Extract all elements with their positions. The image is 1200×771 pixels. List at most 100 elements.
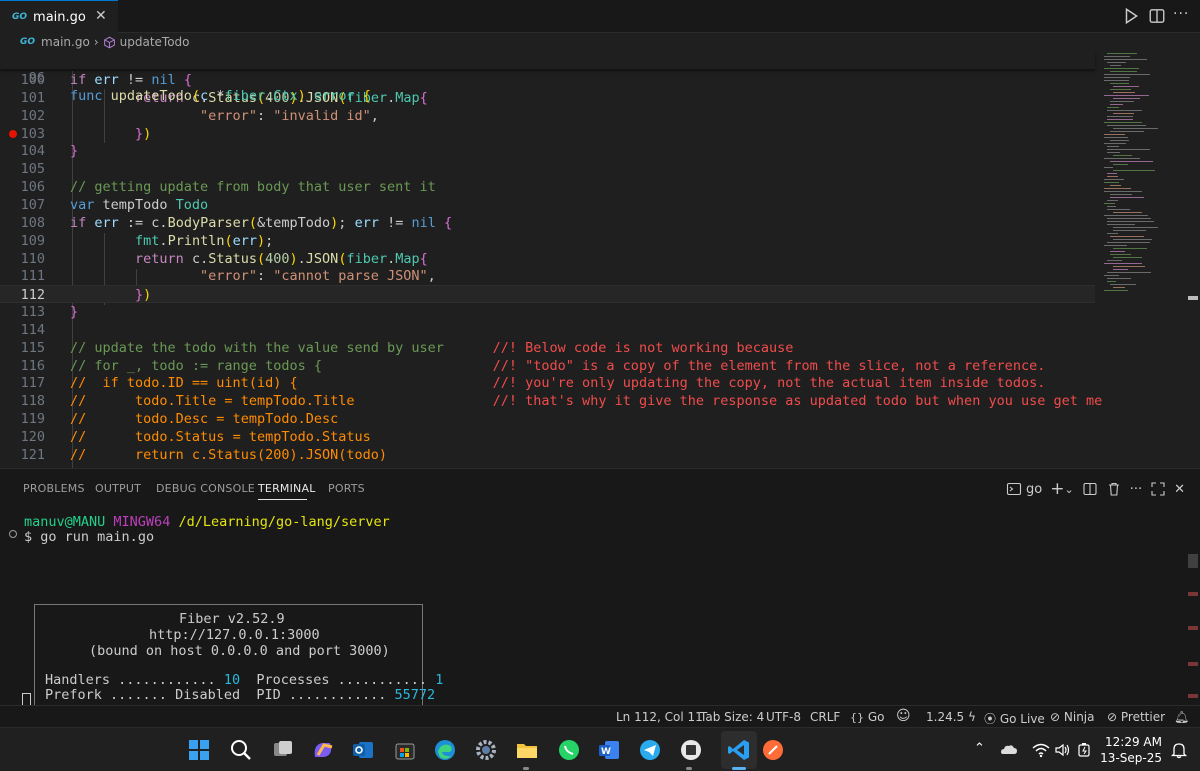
- code-line[interactable]: 111 "error": "cannot parse JSON",: [0, 267, 1095, 285]
- maximize-panel-icon[interactable]: [1150, 481, 1166, 497]
- close-tab-icon[interactable]: ✕: [95, 8, 107, 24]
- trash-icon[interactable]: [1106, 481, 1122, 497]
- ninja-status[interactable]: ⊘ Ninja: [1050, 710, 1095, 724]
- tab-problems[interactable]: PROBLEMS: [23, 482, 85, 495]
- minimap-line: [1113, 212, 1143, 213]
- split-terminal-icon[interactable]: [1082, 481, 1098, 497]
- go-version[interactable]: 1.24.5 ϟ: [926, 710, 976, 724]
- word-icon[interactable]: W: [596, 737, 622, 763]
- go-live-button[interactable]: ⦿ Go Live: [984, 710, 1045, 727]
- wifi-icon[interactable]: [1032, 742, 1050, 758]
- code-line[interactable]: 119 // todo.Desc = tempTodo.Desc: [0, 410, 1095, 428]
- minimap-line: [1110, 131, 1144, 132]
- search-icon[interactable]: [228, 737, 254, 763]
- minimap-line: [1104, 158, 1141, 159]
- terminal-icon: [1006, 482, 1022, 496]
- minimap-line: [1107, 260, 1123, 261]
- vscode-icon[interactable]: [726, 737, 752, 763]
- tab-ports[interactable]: PORTS: [328, 482, 365, 495]
- code-line[interactable]: 121 // return c.Status(200).JSON(todo): [0, 446, 1095, 464]
- line-number: 120: [20, 429, 45, 445]
- code-line[interactable]: 116 // for _, todo := range todos { //! "…: [0, 357, 1095, 375]
- code-line[interactable]: 109 fmt.Println(err);: [0, 232, 1095, 250]
- code-line[interactable]: 105: [0, 160, 1095, 178]
- terminal-actions: go + ⌄ ··· ✕: [1006, 479, 1185, 499]
- go-file-icon: GO: [20, 37, 36, 47]
- bell-icon[interactable]: 🔔︎: [1174, 710, 1189, 724]
- minimap-line: [1110, 65, 1122, 66]
- code-text: return c.Status(400).JSON(fiber.Map{: [135, 250, 428, 267]
- chevron-up-icon[interactable]: ⌃: [974, 741, 985, 756]
- code-line[interactable]: 103 }): [0, 125, 1095, 143]
- notification-bell-icon[interactable]: [1170, 741, 1188, 759]
- file-explorer-icon[interactable]: [514, 737, 540, 763]
- minimap-line: [1107, 224, 1135, 225]
- code-line[interactable]: 107 var tempTodo Todo: [0, 196, 1095, 214]
- battery-icon[interactable]: [1076, 742, 1094, 758]
- code-line[interactable]: 110 return c.Status(400).JSON(fiber.Map{: [0, 250, 1095, 268]
- line-number: 118: [20, 393, 45, 410]
- telegram-icon[interactable]: [637, 737, 663, 763]
- edge-icon[interactable]: [432, 737, 458, 763]
- editor-scrollbar[interactable]: [1188, 296, 1198, 300]
- minimap-line: [1110, 83, 1130, 84]
- minimap[interactable]: [1100, 51, 1185, 468]
- more-actions-icon[interactable]: ···: [1130, 482, 1142, 497]
- code-line[interactable]: 114: [0, 321, 1095, 339]
- copilot-icon[interactable]: ☺: [896, 708, 911, 724]
- close-panel-icon[interactable]: ✕: [1174, 482, 1185, 497]
- sticky-scroll-line[interactable]: 96 func updateTodo(c *fiber.Ctx) error {: [0, 51, 1095, 104]
- microsoft-store-icon[interactable]: [392, 737, 418, 763]
- code-text: fmt.Println(err);: [135, 232, 274, 249]
- code-line[interactable]: 106 // getting update from body that user…: [0, 178, 1095, 196]
- code-editor[interactable]: 96 func updateTodo(c *fiber.Ctx) error {…: [0, 51, 1200, 468]
- split-editor-icon[interactable]: [1148, 7, 1166, 25]
- tab-debug-console[interactable]: DEBUG CONSOLE: [156, 482, 255, 495]
- tab-output[interactable]: OUTPUT: [95, 482, 141, 495]
- onedrive-icon[interactable]: [1000, 742, 1018, 758]
- terminal-name[interactable]: go: [1026, 482, 1042, 497]
- code-line[interactable]: 112 }): [0, 285, 1095, 304]
- language-mode[interactable]: {} Go: [850, 710, 884, 724]
- code-line[interactable]: 118 // todo.Title = tempTodo.Title //! th…: [0, 392, 1103, 410]
- tab-size[interactable]: Tab Size: 4: [700, 710, 764, 724]
- task-view-icon[interactable]: [270, 737, 296, 763]
- terminal-path: /d/Learning/go-lang/server: [178, 514, 390, 530]
- more-actions-icon[interactable]: ···: [1173, 6, 1189, 22]
- code-line[interactable]: 104}: [0, 142, 1095, 160]
- postman-icon[interactable]: [760, 737, 786, 763]
- chevron-down-icon[interactable]: ⌄: [1064, 483, 1073, 496]
- new-terminal-icon[interactable]: +: [1050, 479, 1064, 499]
- code-line[interactable]: 102 "error": "invalid id",: [0, 107, 1095, 125]
- prettier-status[interactable]: ⊘ Prettier: [1107, 710, 1165, 724]
- code-line[interactable]: 117 // if todo.ID == uint(id) { //! you'r…: [0, 374, 1095, 392]
- windows-start-icon[interactable]: [186, 737, 212, 763]
- terminal[interactable]: manuv@MANU MINGW64 /d/Learning/go-lang/s…: [0, 507, 1200, 709]
- breadcrumb-file[interactable]: main.go: [41, 35, 90, 49]
- whatsapp-icon[interactable]: [556, 737, 582, 763]
- pid-label: PID ............: [256, 687, 387, 703]
- end-of-line[interactable]: CRLF: [810, 710, 840, 724]
- minimap-line: [1104, 179, 1124, 180]
- tab-terminal[interactable]: TERMINAL: [258, 482, 316, 495]
- copilot-app-icon[interactable]: [310, 737, 336, 763]
- go-live-label: Go Live: [999, 712, 1045, 726]
- volume-icon[interactable]: [1054, 742, 1072, 758]
- run-icon[interactable]: [1122, 7, 1140, 25]
- terminal-scrollbar[interactable]: [1188, 554, 1198, 699]
- clock[interactable]: 12:29 AM 13-Sep-25: [1100, 734, 1162, 766]
- outlook-icon[interactable]: [350, 737, 376, 763]
- breadcrumb-symbol[interactable]: updateTodo: [120, 35, 190, 49]
- settings-gear-icon[interactable]: [473, 737, 499, 763]
- code-line[interactable]: 113}: [0, 303, 1095, 321]
- terminal-app-icon[interactable]: [678, 737, 704, 763]
- code-line[interactable]: 120 // todo.Status = tempTodo.Status: [0, 428, 1095, 446]
- code-text: // todo.Title = tempTodo.Title //! that'…: [70, 393, 1103, 410]
- svg-text:W: W: [601, 747, 611, 757]
- braces-icon: {}: [850, 711, 864, 724]
- code-line[interactable]: 115 // update the todo with the value sen…: [0, 339, 1095, 357]
- line-number: 113: [20, 304, 45, 321]
- encoding[interactable]: UTF-8: [766, 710, 801, 724]
- code-line[interactable]: 108 if err := c.BodyParser(&tempTodo); er…: [0, 214, 1095, 232]
- cursor-position[interactable]: Ln 112, Col 11: [616, 710, 703, 724]
